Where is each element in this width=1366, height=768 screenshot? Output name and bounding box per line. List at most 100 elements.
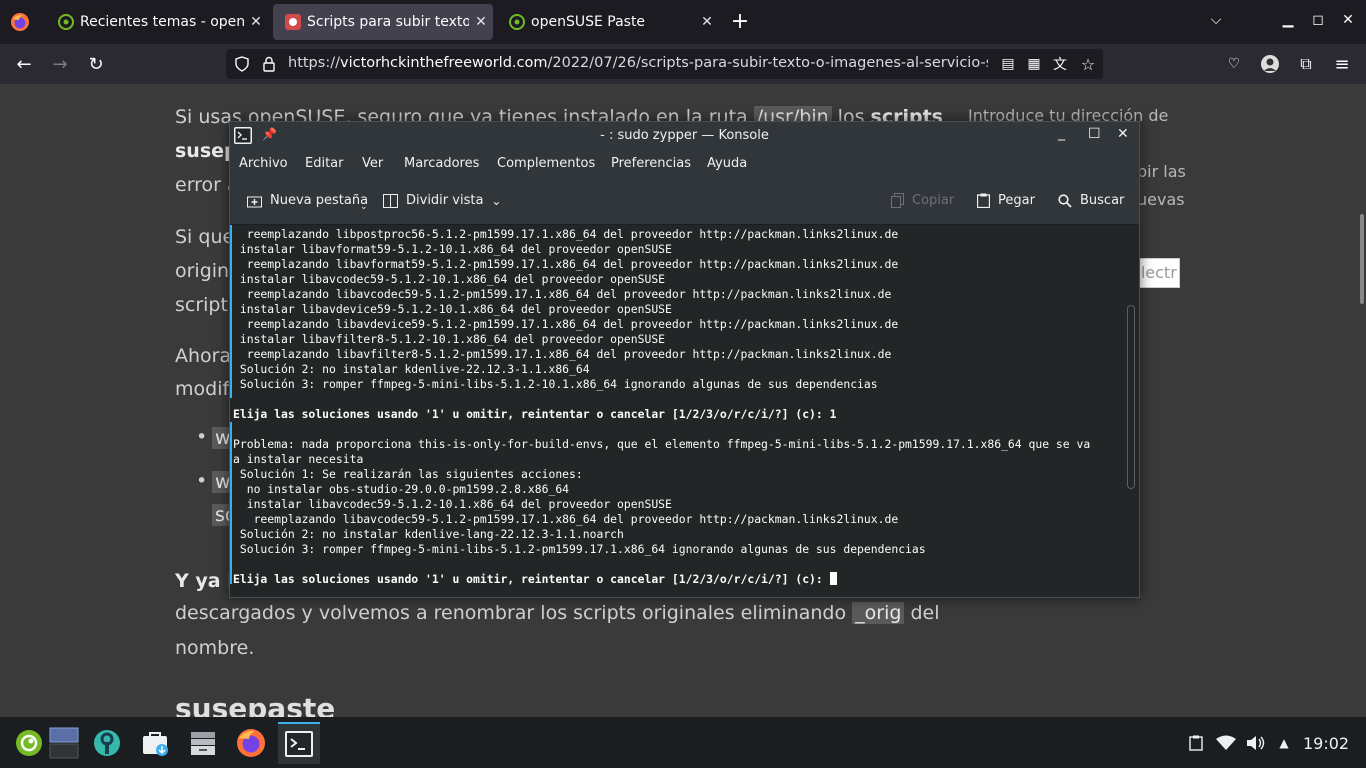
- reload-icon[interactable]: ↻: [84, 52, 108, 76]
- bookmark-star-icon[interactable]: ☆: [1076, 52, 1100, 76]
- sidebar-text: uevas: [1137, 190, 1185, 209]
- close-icon[interactable]: ✕: [1117, 126, 1129, 142]
- sidebar-text: bir las: [1137, 162, 1186, 181]
- desktop-pager-icon[interactable]: [43, 722, 85, 764]
- site-favicon-icon: [285, 14, 301, 30]
- pocket-icon[interactable]: ♡: [1222, 52, 1246, 76]
- terminal-line: Solución 1: Se realizarán las siguientes…: [233, 467, 583, 481]
- paste-button[interactable]: Pegar: [977, 193, 1035, 208]
- firefox-icon[interactable]: [230, 722, 272, 764]
- clipboard-icon[interactable]: [1186, 733, 1206, 753]
- menu-preferencias[interactable]: Preferencias: [611, 156, 691, 171]
- reader-view-icon[interactable]: ▤: [996, 52, 1020, 76]
- back-arrow-icon[interactable]: ←: [12, 52, 36, 76]
- minimize-icon[interactable]: _: [1058, 125, 1065, 141]
- section-heading: susepaste: [175, 692, 336, 717]
- taskbar: ▲ 19:02: [0, 717, 1366, 768]
- new-tab-icon: [247, 196, 262, 207]
- tab-title: Scripts para subir texto o imágenes: [307, 14, 469, 30]
- split-view-label: Dividir vista: [406, 193, 484, 208]
- terminal-line: reemplazando libavformat59-5.1.2-pm1599.…: [233, 257, 899, 271]
- terminal-scrollbar[interactable]: [1127, 305, 1135, 489]
- paragraph-line: Ahora: [175, 345, 232, 367]
- terminal-line: reemplazando libavcodec59-5.1.2-pm1599.1…: [233, 287, 892, 301]
- copy-label: Copiar: [912, 193, 955, 208]
- paragraph-line: nombre.: [175, 637, 255, 659]
- close-tab-icon[interactable]: ✕: [695, 14, 719, 30]
- konsole-icon[interactable]: [278, 722, 320, 764]
- konsole-titlebar[interactable]: 📌 - : sudo zypper — Konsole _ ☐ ✕: [230, 122, 1139, 150]
- paragraph-line: modif: [175, 378, 230, 400]
- new-tab-button[interactable]: +: [728, 10, 752, 34]
- url-text[interactable]: https://victorhckinthefreeworld.com/2022…: [288, 55, 988, 71]
- konsole-window: 📌 - : sudo zypper — Konsole _ ☐ ✕ Archiv…: [229, 121, 1140, 598]
- find-button[interactable]: Buscar: [1058, 193, 1124, 208]
- paragraph-line: Si que: [175, 226, 235, 248]
- paragraph-line: descargados y volvemos a renombrar los s…: [175, 602, 940, 624]
- window-title: - : sudo zypper — Konsole: [600, 128, 769, 143]
- volume-icon[interactable]: [1246, 733, 1266, 753]
- list-all-tabs-icon[interactable]: ⌵: [1206, 12, 1226, 28]
- menu-editar[interactable]: Editar: [305, 156, 344, 171]
- terminal-output[interactable]: reemplazando libpostproc56-5.1.2-pm1599.…: [230, 225, 1139, 597]
- copy-button[interactable]: Copiar: [891, 193, 954, 208]
- tab-recientes-temas[interactable]: Recientes temas - openSUSE ✕: [46, 4, 268, 40]
- wifi-icon[interactable]: [1216, 733, 1236, 753]
- maximize-icon[interactable]: ☐: [1088, 126, 1101, 142]
- menu-complementos[interactable]: Complementos: [497, 156, 595, 171]
- discover-icon[interactable]: [134, 722, 176, 764]
- chevron-down-icon: ⌄: [491, 193, 502, 208]
- browser-tab-bar: Recientes temas - openSUSE ✕ Scripts par…: [0, 0, 1366, 44]
- maximize-window-icon[interactable]: ◻: [1308, 12, 1328, 28]
- paste-label: Pegar: [998, 193, 1035, 208]
- page-scrollbar[interactable]: [1360, 214, 1364, 304]
- tab-opensuse-paste[interactable]: openSUSE Paste ✕: [497, 4, 719, 40]
- forward-arrow-icon[interactable]: →: [48, 52, 72, 76]
- close-tab-icon[interactable]: ✕: [244, 14, 268, 30]
- qr-code-icon[interactable]: ▦: [1022, 52, 1046, 76]
- account-avatar-icon[interactable]: [1258, 52, 1282, 76]
- close-tab-icon[interactable]: ✕: [469, 14, 493, 30]
- menu-marcadores[interactable]: Marcadores: [404, 156, 479, 171]
- menu-archivo[interactable]: Archivo: [239, 156, 288, 171]
- terminal-line: Solución 2: no instalar kdenlive-22.12.3…: [233, 362, 590, 376]
- extensions-icon[interactable]: ⧉: [1294, 52, 1318, 76]
- terminal-line: instalar libavfilter8-5.1.2-10.1.x86_64 …: [233, 332, 666, 346]
- tray-expand-arrow-icon[interactable]: ▲: [1274, 733, 1294, 753]
- new-tab-button[interactable]: Nueva pestaña: [247, 193, 368, 208]
- prompt-text: Elija las soluciones usando '1' u omitir…: [233, 572, 830, 586]
- hamburger-menu-icon[interactable]: ≡: [1330, 52, 1354, 76]
- url-path: /2022/07/26/scripts-para-subir-texto-o-i…: [547, 55, 989, 71]
- minimize-window-icon[interactable]: ▁: [1278, 12, 1298, 28]
- terminal-line: Solución 2: no instalar kdenlive-lang-22…: [233, 527, 624, 541]
- find-label: Buscar: [1080, 193, 1125, 208]
- opensuse-favicon-icon: [58, 14, 74, 30]
- text-cursor: [829, 572, 837, 585]
- menu-ver[interactable]: Ver: [362, 156, 383, 171]
- terminal-prompt-line[interactable]: Elija las soluciones usando '1' u omitir…: [233, 572, 837, 586]
- terminal-line: reemplazando libavcodec59-5.1.2-pm1599.1…: [233, 512, 899, 526]
- url-scheme: https://: [288, 55, 340, 71]
- text: descargados y volvemos a renombrar los s…: [175, 602, 853, 624]
- paste-icon: [977, 193, 990, 208]
- dolphin-icon[interactable]: [182, 722, 224, 764]
- firefox-view-icon[interactable]: [8, 10, 32, 34]
- shield-icon[interactable]: [234, 56, 250, 72]
- tab-scripts-susepaste[interactable]: Scripts para subir texto o imágenes ✕: [273, 4, 493, 40]
- new-tab-label: Nueva pestaña: [270, 193, 369, 208]
- clock[interactable]: 19:02: [1303, 734, 1349, 753]
- chevron-down-icon[interactable]: ⌄: [360, 202, 368, 212]
- terminal-line: a instalar necesita: [233, 452, 364, 466]
- text: del: [904, 602, 940, 624]
- lock-icon[interactable]: [262, 56, 276, 72]
- terminal-line: Solución 3: romper ffmpeg-5-mini-libs-5.…: [233, 542, 926, 556]
- yast-icon[interactable]: [86, 722, 128, 764]
- output-marker: [230, 422, 232, 584]
- terminal-line: reemplazando libpostproc56-5.1.2-pm1599.…: [233, 227, 899, 241]
- translate-icon[interactable]: 文: [1048, 52, 1072, 76]
- close-window-icon[interactable]: ✕: [1338, 12, 1358, 28]
- menu-ayuda[interactable]: Ayuda: [707, 156, 747, 171]
- split-view-button[interactable]: Dividir vista ⌄: [383, 193, 501, 208]
- copy-icon: [891, 193, 904, 208]
- url-domain: victorhckinthefreeworld.com: [339, 55, 548, 71]
